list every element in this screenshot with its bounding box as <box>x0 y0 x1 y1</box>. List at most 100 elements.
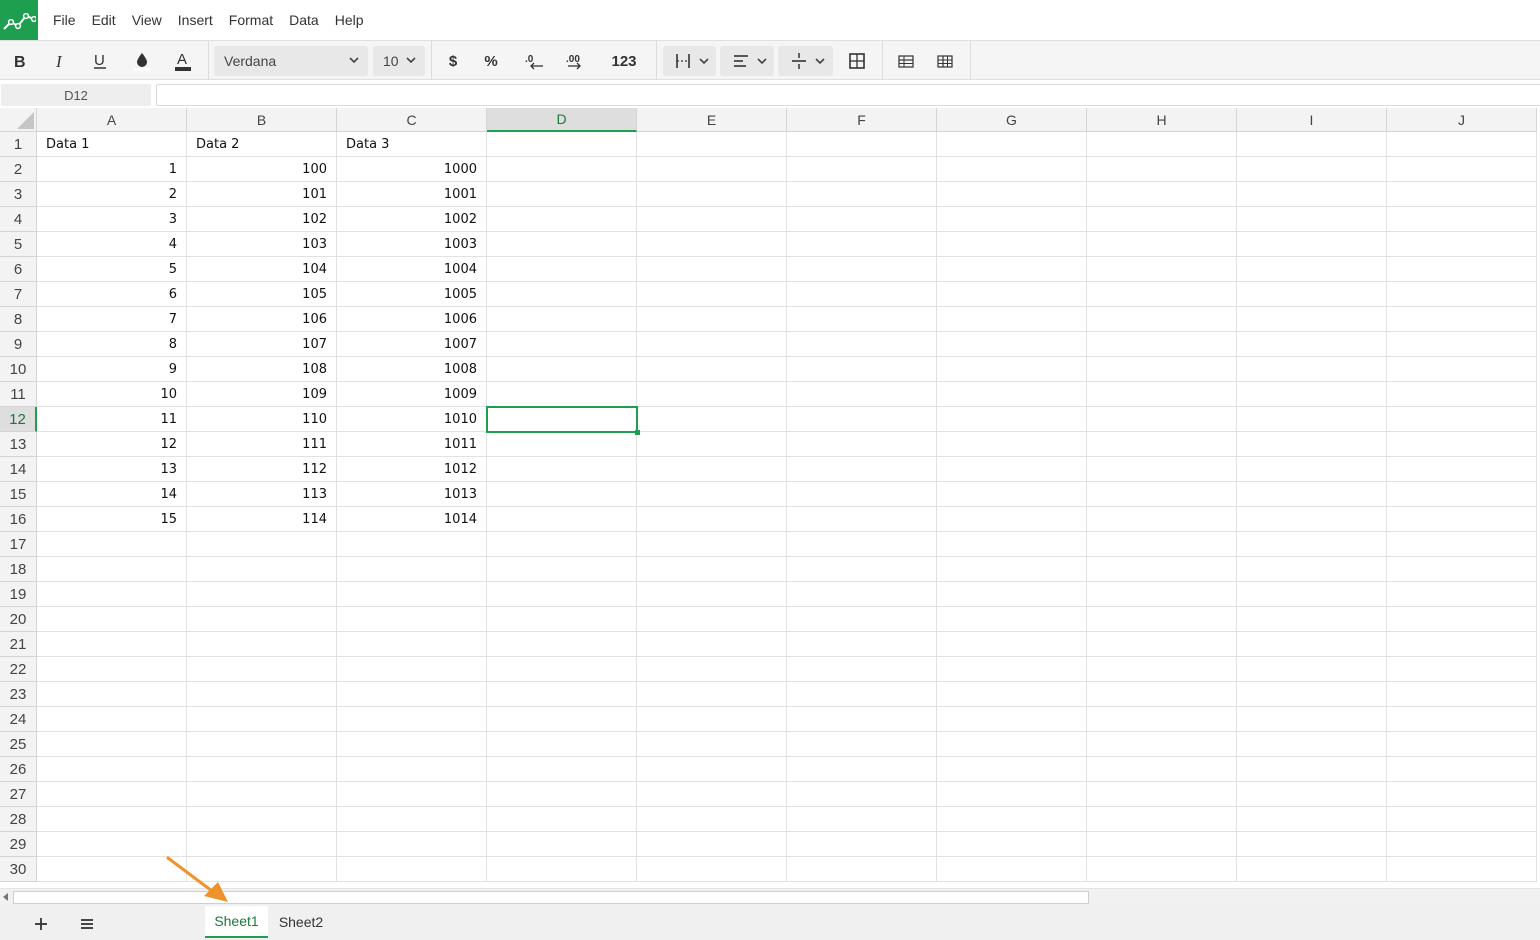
cell-c30[interactable] <box>337 857 487 882</box>
cell-g29[interactable] <box>937 832 1087 857</box>
row-header-23[interactable]: 23 <box>0 682 37 707</box>
cell-i16[interactable] <box>1237 507 1387 532</box>
cell-g19[interactable] <box>937 582 1087 607</box>
cell-f4[interactable] <box>787 207 937 232</box>
cell-g30[interactable] <box>937 857 1087 882</box>
cell-g13[interactable] <box>937 432 1087 457</box>
cell-h18[interactable] <box>1087 557 1237 582</box>
cell-i29[interactable] <box>1237 832 1387 857</box>
column-header-i[interactable]: I <box>1237 108 1387 132</box>
cell-i18[interactable] <box>1237 557 1387 582</box>
cell-d30[interactable] <box>487 857 637 882</box>
cell-i30[interactable] <box>1237 857 1387 882</box>
cell-a11[interactable]: 10 <box>37 382 187 407</box>
cell-h8[interactable] <box>1087 307 1237 332</box>
row-header-14[interactable]: 14 <box>0 457 37 482</box>
row-header-15[interactable]: 15 <box>0 482 37 507</box>
cell-d8[interactable] <box>487 307 637 332</box>
sheet-list-button[interactable] <box>75 912 99 936</box>
cell-f20[interactable] <box>787 607 937 632</box>
cell-i14[interactable] <box>1237 457 1387 482</box>
cell-a1[interactable]: Data 1 <box>37 132 187 157</box>
cell-b15[interactable]: 113 <box>187 482 337 507</box>
cell-e20[interactable] <box>637 607 787 632</box>
cell-e1[interactable] <box>637 132 787 157</box>
cell-c23[interactable] <box>337 682 487 707</box>
row-header-1[interactable]: 1 <box>0 132 37 157</box>
cell-h7[interactable] <box>1087 282 1237 307</box>
cell-b22[interactable] <box>187 657 337 682</box>
cell-e8[interactable] <box>637 307 787 332</box>
cell-j1[interactable] <box>1387 132 1537 157</box>
cell-j25[interactable] <box>1387 732 1537 757</box>
cell-f24[interactable] <box>787 707 937 732</box>
cell-b1[interactable]: Data 2 <box>187 132 337 157</box>
cell-f17[interactable] <box>787 532 937 557</box>
cell-g12[interactable] <box>937 407 1087 432</box>
cell-e21[interactable] <box>637 632 787 657</box>
cell-b12[interactable]: 110 <box>187 407 337 432</box>
cell-b20[interactable] <box>187 607 337 632</box>
cell-g2[interactable] <box>937 157 1087 182</box>
cell-b7[interactable]: 105 <box>187 282 337 307</box>
cell-h13[interactable] <box>1087 432 1237 457</box>
cell-f25[interactable] <box>787 732 937 757</box>
cell-c14[interactable]: 1012 <box>337 457 487 482</box>
cell-f11[interactable] <box>787 382 937 407</box>
select-all-corner[interactable] <box>0 108 37 132</box>
cell-e19[interactable] <box>637 582 787 607</box>
cell-i1[interactable] <box>1237 132 1387 157</box>
cell-f16[interactable] <box>787 507 937 532</box>
cell-b19[interactable] <box>187 582 337 607</box>
cell-c15[interactable]: 1013 <box>337 482 487 507</box>
cell-a18[interactable] <box>37 557 187 582</box>
cell-h11[interactable] <box>1087 382 1237 407</box>
row-header-2[interactable]: 2 <box>0 157 37 182</box>
cell-f27[interactable] <box>787 782 937 807</box>
cell-f5[interactable] <box>787 232 937 257</box>
cell-f19[interactable] <box>787 582 937 607</box>
cell-b21[interactable] <box>187 632 337 657</box>
cell-e28[interactable] <box>637 807 787 832</box>
freeze-rows-button[interactable] <box>892 45 920 77</box>
cell-f30[interactable] <box>787 857 937 882</box>
cell-c8[interactable]: 1006 <box>337 307 487 332</box>
cell-j18[interactable] <box>1387 557 1537 582</box>
cell-b17[interactable] <box>187 532 337 557</box>
cell-f10[interactable] <box>787 357 937 382</box>
cell-j20[interactable] <box>1387 607 1537 632</box>
cell-h10[interactable] <box>1087 357 1237 382</box>
cell-i11[interactable] <box>1237 382 1387 407</box>
cell-h16[interactable] <box>1087 507 1237 532</box>
cell-b25[interactable] <box>187 732 337 757</box>
menu-help[interactable]: Help <box>328 12 371 28</box>
cell-i6[interactable] <box>1237 257 1387 282</box>
vertical-align-dropdown[interactable] <box>778 46 833 76</box>
cell-g8[interactable] <box>937 307 1087 332</box>
cell-a20[interactable] <box>37 607 187 632</box>
row-header-4[interactable]: 4 <box>0 207 37 232</box>
cell-j11[interactable] <box>1387 382 1537 407</box>
cell-a30[interactable] <box>37 857 187 882</box>
cell-a14[interactable]: 13 <box>37 457 187 482</box>
column-header-f[interactable]: F <box>787 108 937 132</box>
cell-c22[interactable] <box>337 657 487 682</box>
cell-f18[interactable] <box>787 557 937 582</box>
row-header-8[interactable]: 8 <box>0 307 37 332</box>
cell-h12[interactable] <box>1087 407 1237 432</box>
font-family-select[interactable]: Verdana <box>214 46 368 76</box>
cell-d3[interactable] <box>487 182 637 207</box>
cell-b14[interactable]: 112 <box>187 457 337 482</box>
cell-e30[interactable] <box>637 857 787 882</box>
horizontal-align-dropdown[interactable] <box>720 46 774 76</box>
cell-f8[interactable] <box>787 307 937 332</box>
cell-h23[interactable] <box>1087 682 1237 707</box>
cell-i23[interactable] <box>1237 682 1387 707</box>
cell-j14[interactable] <box>1387 457 1537 482</box>
cell-h30[interactable] <box>1087 857 1237 882</box>
row-header-20[interactable]: 20 <box>0 607 37 632</box>
column-header-e[interactable]: E <box>637 108 787 132</box>
cell-e22[interactable] <box>637 657 787 682</box>
borders-dropdown[interactable] <box>663 46 716 76</box>
cell-h27[interactable] <box>1087 782 1237 807</box>
